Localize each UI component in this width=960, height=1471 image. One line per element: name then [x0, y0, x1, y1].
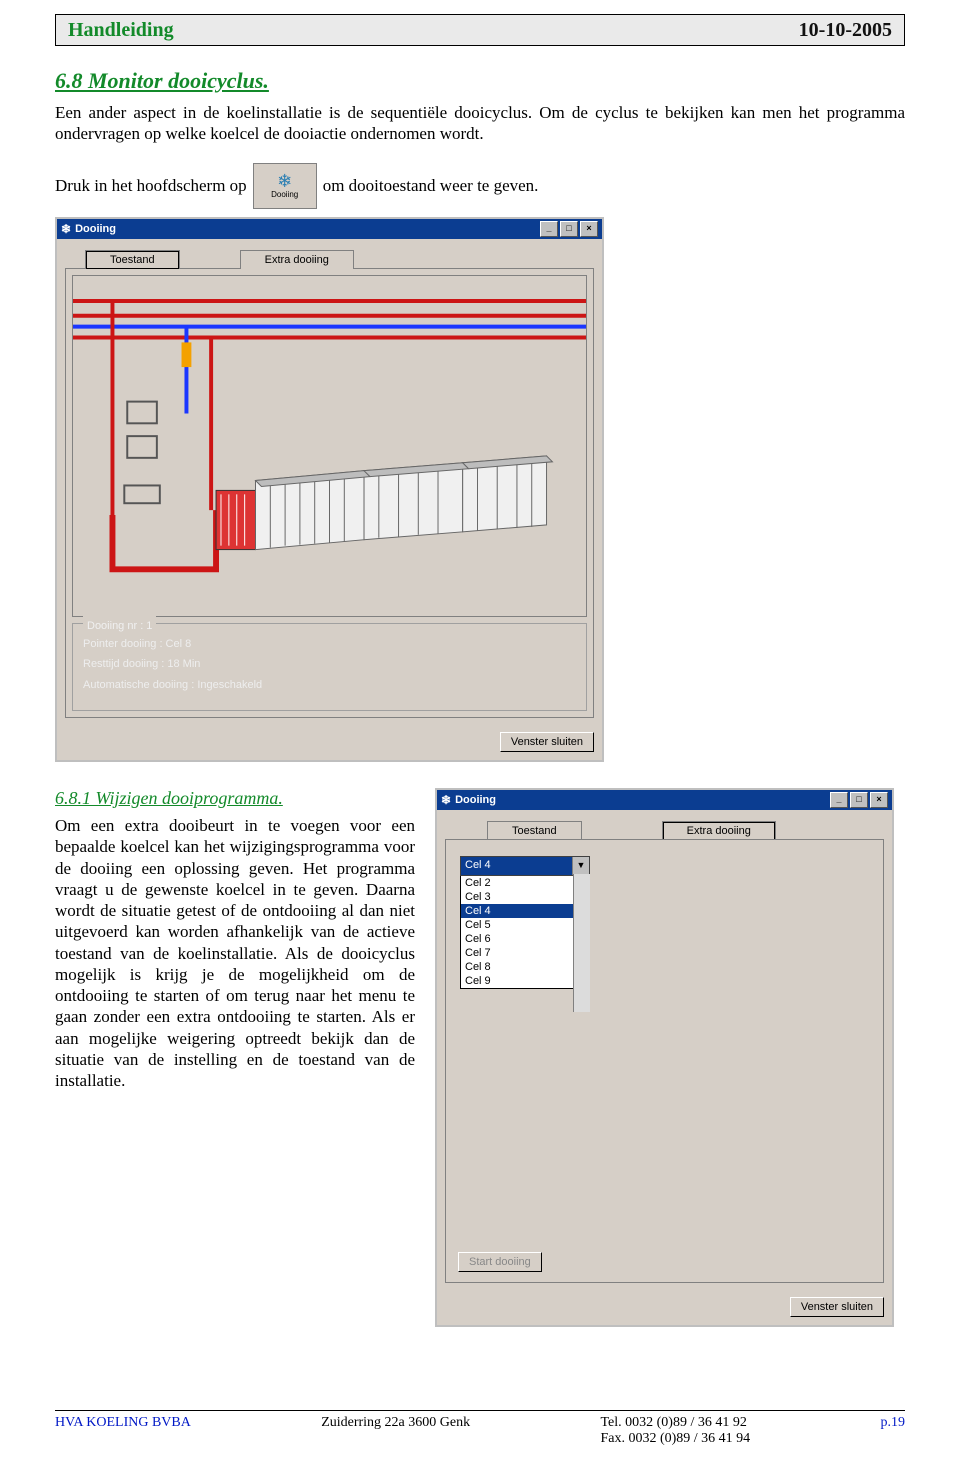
- snowflake-icon: ❄: [277, 172, 292, 190]
- piping-diagram: [72, 275, 587, 617]
- footer-page: p.19: [880, 1415, 905, 1431]
- line-with-button: Druk in het hoofdscherm op ❄ Dooiing om …: [55, 163, 905, 209]
- window-title: Dooiing: [75, 223, 116, 235]
- dooiing-toolbar-label: Dooiing: [271, 190, 298, 199]
- cel-option[interactable]: Cel 8: [461, 960, 589, 974]
- window-title: Dooiing: [455, 794, 496, 806]
- status-resttijd: Resttijd dooiing : 18 Min: [83, 654, 576, 675]
- status-pointer: Pointer dooiing : Cel 8: [83, 634, 576, 655]
- close-window-button[interactable]: Venster sluiten: [500, 732, 594, 752]
- cel-select-value: Cel 4: [461, 857, 572, 875]
- footer-address: Zuiderring 22a 3600 Genk: [321, 1415, 470, 1431]
- window-dooiing-extra: ❄ Dooiing _ □ × Toestand Extra dooiing: [435, 788, 894, 1327]
- scrollbar[interactable]: [573, 874, 590, 1012]
- cel-option[interactable]: Cel 6: [461, 932, 589, 946]
- footer-tel2: Fax. 0032 (0)89 / 36 41 94: [600, 1431, 750, 1446]
- tab-bar: Toestand Extra dooiing: [487, 820, 892, 839]
- footer-company: HVA KOELING BVBA: [55, 1415, 191, 1431]
- status-fieldset: Dooiing nr : 1 Pointer dooiing : Cel 8 R…: [72, 623, 587, 712]
- line2b: om dooitoestand weer te geven.: [323, 176, 539, 196]
- paragraph-2: Om een extra dooibeurt in te voegen voor…: [55, 815, 415, 1091]
- tab-toestand[interactable]: Toestand: [487, 821, 582, 840]
- cel-option[interactable]: Cel 3: [461, 890, 589, 904]
- cel-option[interactable]: Cel 5: [461, 918, 589, 932]
- maximize-icon[interactable]: □: [560, 221, 578, 237]
- snowflake-icon: ❄: [441, 793, 451, 807]
- minimize-icon[interactable]: _: [830, 792, 848, 808]
- heading-6-8: 6.8 Monitor dooicyclus.: [55, 68, 905, 94]
- maximize-icon[interactable]: □: [850, 792, 868, 808]
- status-auto: Automatische dooiing : Ingeschakeld: [83, 675, 576, 696]
- snowflake-icon: ❄: [61, 222, 71, 236]
- footer-tel: Tel. 0032 (0)89 / 36 41 92 Fax. 0032 (0)…: [600, 1415, 750, 1447]
- cel-select[interactable]: Cel 4 ▼ Cel 2 Cel 3 Cel 4 Cel 5 Cel 6 Ce…: [460, 856, 590, 989]
- start-dooiing-button[interactable]: Start dooiing: [458, 1252, 542, 1272]
- cel-option[interactable]: Cel 2: [461, 876, 589, 890]
- cel-option[interactable]: Cel 9: [461, 974, 589, 988]
- line2a: Druk in het hoofdscherm op: [55, 176, 247, 196]
- titlebar: ❄ Dooiing _ □ ×: [57, 219, 602, 239]
- heading-6-8-1: 6.8.1 Wijzigen dooiprogramma.: [55, 788, 415, 809]
- piping-diagram-svg: [73, 276, 586, 616]
- titlebar: ❄ Dooiing _ □ ×: [437, 790, 892, 810]
- tab-extra-dooiing[interactable]: Extra dooiing: [240, 250, 354, 269]
- cel-select-list[interactable]: Cel 2 Cel 3 Cel 4 Cel 5 Cel 6 Cel 7 Cel …: [460, 876, 590, 989]
- header-title: Handleiding: [68, 19, 174, 42]
- tab-extra-dooiing[interactable]: Extra dooiing: [662, 821, 776, 840]
- dooiing-toolbar-button[interactable]: ❄ Dooiing: [253, 163, 317, 209]
- cel-option[interactable]: Cel 4: [461, 904, 589, 918]
- close-icon[interactable]: ×: [580, 221, 598, 237]
- window-dooiing-status: ❄ Dooiing _ □ × Toestand Extra dooiing: [55, 217, 604, 763]
- minimize-icon[interactable]: _: [540, 221, 558, 237]
- fieldset-legend: Dooiing nr : 1: [83, 616, 156, 637]
- page-footer: HVA KOELING BVBA Zuiderring 22a 3600 Gen…: [55, 1410, 905, 1447]
- footer-tel1: Tel. 0032 (0)89 / 36 41 92: [600, 1415, 746, 1430]
- page-header: Handleiding 10-10-2005: [55, 14, 905, 46]
- paragraph-1: Een ander aspect in de koelinstallatie i…: [55, 102, 905, 145]
- cel-option[interactable]: Cel 7: [461, 946, 589, 960]
- close-window-button[interactable]: Venster sluiten: [790, 1297, 884, 1317]
- header-date: 10-10-2005: [799, 19, 892, 42]
- tab-bar: Toestand Extra dooiing: [85, 249, 602, 268]
- close-icon[interactable]: ×: [870, 792, 888, 808]
- chevron-down-icon[interactable]: ▼: [572, 857, 589, 875]
- tab-toestand[interactable]: Toestand: [85, 250, 180, 269]
